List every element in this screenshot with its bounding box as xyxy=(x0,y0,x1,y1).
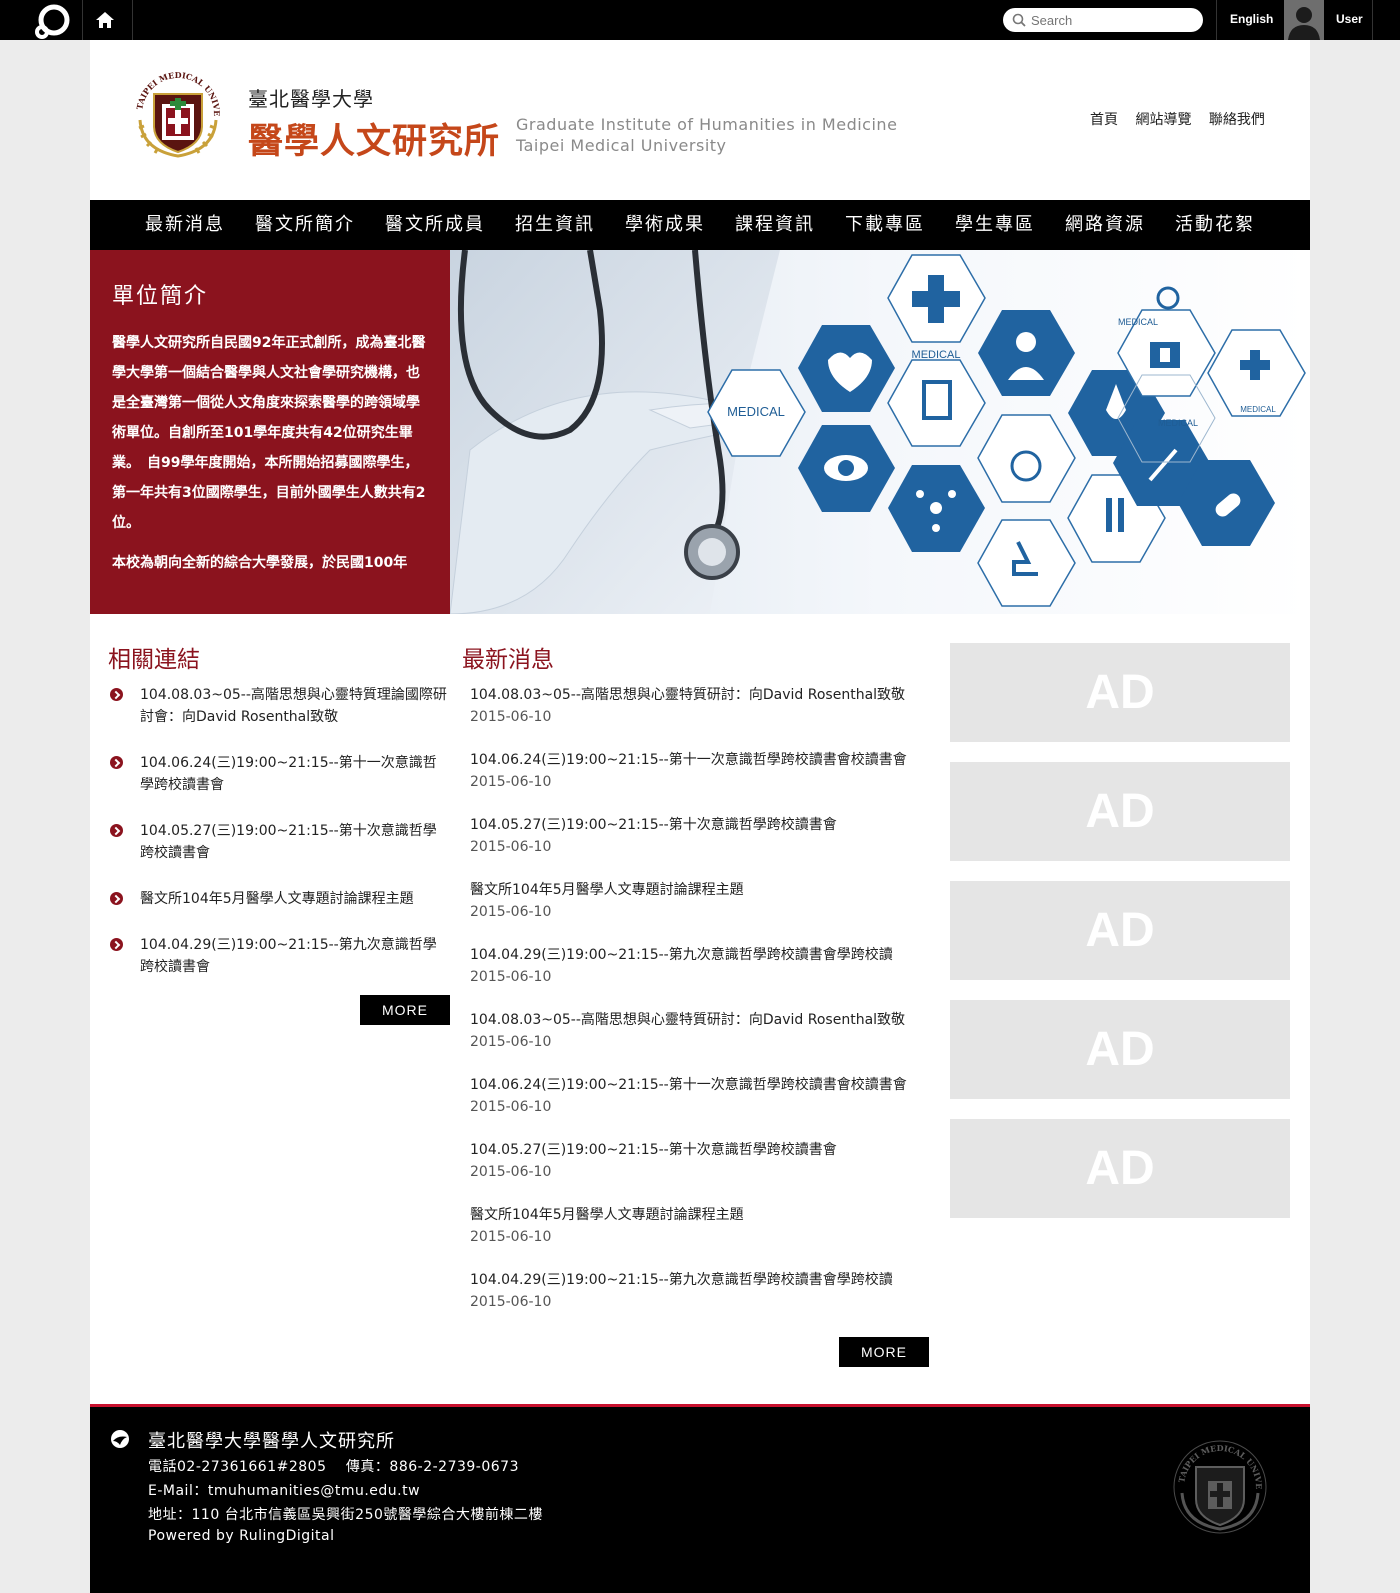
news-list: 104.08.03~05--高階思想與心靈特質研討：向David Rosenth… xyxy=(470,684,925,1334)
chevron-right-icon xyxy=(110,756,123,769)
chevron-right-icon xyxy=(110,824,123,837)
divider xyxy=(1216,0,1217,40)
news-item[interactable]: 104.05.27(三)19:00~21:15--第十次意識哲學跨校讀書會 201… xyxy=(470,814,925,879)
search-input[interactable] xyxy=(1031,11,1196,29)
news-item[interactable]: 104.08.03~05--高階思想與心靈特質研討：向David Rosenth… xyxy=(470,1009,925,1074)
page-container: TAIPEI MEDICAL UNIVERSITY 臺北醫學大學 醫學人文研究所… xyxy=(90,40,1310,1593)
university-name: 臺北醫學大學 xyxy=(248,87,374,111)
svg-text:MEDICAL: MEDICAL xyxy=(727,404,785,419)
ad-banner[interactable]: AD xyxy=(950,1000,1290,1099)
util-link-contact[interactable]: 聯絡我們 xyxy=(1209,112,1265,128)
intro-paragraph: 醫學人文研究所自民國92年正式創所，成為臺北醫學大學第一個結合醫學與人文社會學研… xyxy=(112,335,426,531)
nav-item-admissions[interactable]: 招生資訊 xyxy=(500,200,610,250)
svg-text:MEDICAL: MEDICAL xyxy=(1158,418,1198,428)
platform-logo-icon[interactable] xyxy=(30,2,74,40)
ad-banner[interactable]: AD xyxy=(950,881,1290,980)
user-avatar-icon xyxy=(1284,0,1324,40)
tmu-seal-logo-footer: TAIPEI MEDICAL UNIVERSITY xyxy=(1170,1437,1267,1534)
location-icon xyxy=(111,1430,129,1448)
avatar[interactable] xyxy=(1284,0,1324,40)
home-icon[interactable] xyxy=(95,10,115,30)
svg-text:MEDICAL: MEDICAL xyxy=(1118,317,1158,327)
main-nav: 最新消息 醫文所簡介 醫文所成員 招生資訊 學術成果 課程資訊 下載專區 學生專… xyxy=(90,200,1310,250)
intro-title: 單位簡介 xyxy=(112,284,209,309)
news-item[interactable]: 醫文所104年5月醫學人文專題討論課程主題 2015-06-10 xyxy=(470,1204,925,1269)
news-item[interactable]: 醫文所104年5月醫學人文專題討論課程主題 2015-06-10 xyxy=(470,879,925,944)
english-name-line1: Graduate Institute of Humanities in Medi… xyxy=(516,115,898,134)
tmu-seal-logo[interactable]: TAIPEI MEDICAL UNIVERSITY xyxy=(128,64,228,164)
news-item[interactable]: 104.05.27(三)19:00~21:15--第十次意識哲學跨校讀書會 201… xyxy=(470,1139,925,1204)
divider xyxy=(1372,0,1373,40)
nav-item-resources[interactable]: 網路資源 xyxy=(1050,200,1160,250)
hero-banner: MEDICAL MEDICAL MEDICAL MEDICAL MEDICAL xyxy=(450,250,1310,614)
nav-item-members[interactable]: 醫文所成員 xyxy=(370,200,500,250)
nav-item-students[interactable]: 學生專區 xyxy=(940,200,1050,250)
list-item[interactable]: 104.05.27(三)19:00~21:15--第十次意識哲學跨校讀書會 xyxy=(110,820,450,864)
footer: 臺北醫學大學醫學人文研究所 電話02-27361661#2805 傳真：886-… xyxy=(90,1404,1310,1593)
institute-name[interactable]: 醫學人文研究所 xyxy=(248,113,500,164)
divider xyxy=(82,0,83,40)
news-item[interactable]: 104.08.03~05--高階思想與心靈特質研討：向David Rosenth… xyxy=(470,684,925,749)
intro-paragraph: 本校為朝向全新的綜合大學發展，於民國100年 xyxy=(112,555,408,571)
related-links-list: 104.08.03~05--高階思想與心靈特質理論國際研討會：向David Ro… xyxy=(110,684,450,1002)
svg-text:MEDICAL: MEDICAL xyxy=(912,349,961,361)
list-item[interactable]: 醫文所104年5月醫學人文專題討論課程主題 xyxy=(110,888,450,910)
nav-item-about[interactable]: 醫文所簡介 xyxy=(240,200,370,250)
news-item[interactable]: 104.06.24(三)19:00~21:15--第十一次意識哲學跨校讀書會校讀… xyxy=(470,749,925,814)
search-icon xyxy=(1012,13,1026,27)
ad-banner[interactable]: AD xyxy=(950,762,1290,861)
footer-institute-name: 臺北醫學大學醫學人文研究所 xyxy=(148,1431,395,1452)
language-link[interactable]: English xyxy=(1230,12,1273,26)
divider xyxy=(132,0,133,40)
nav-item-downloads[interactable]: 下載專區 xyxy=(830,200,940,250)
ad-banner[interactable]: AD xyxy=(950,643,1290,742)
links-title: 相關連結 xyxy=(108,647,200,673)
english-name-line2: Taipei Medical University xyxy=(516,136,727,155)
news-title: 最新消息 xyxy=(462,647,554,673)
links-more-button[interactable]: MORE xyxy=(360,995,450,1025)
list-item[interactable]: 104.06.24(三)19:00~21:15--第十一次意識哲學跨校讀書會 xyxy=(110,752,450,796)
list-item[interactable]: 104.04.29(三)19:00~21:15--第九次意識哲學跨校讀書會 xyxy=(110,934,450,978)
footer-email[interactable]: E-Mail：tmuhumanities@tmu.edu.tw xyxy=(148,1480,420,1500)
footer-address: 地址：110 台北市信義區吳興街250號醫學綜合大樓前棟二樓 xyxy=(148,1507,543,1523)
svg-text:MEDICAL: MEDICAL xyxy=(1240,405,1276,414)
chevron-right-icon xyxy=(110,688,123,701)
footer-powered-by[interactable]: Powered by RulingDigital xyxy=(148,1528,335,1544)
chevron-right-icon xyxy=(110,892,123,905)
ad-banner[interactable]: AD xyxy=(950,1119,1290,1218)
user-menu[interactable]: User xyxy=(1336,12,1363,26)
ad-column: AD AD AD AD AD xyxy=(950,643,1290,1238)
nav-item-gallery[interactable]: 活動花絮 xyxy=(1160,200,1270,250)
util-link-home[interactable]: 首頁 xyxy=(1090,112,1118,128)
list-item[interactable]: 104.08.03~05--高階思想與心靈特質理論國際研討會：向David Ro… xyxy=(110,684,450,728)
chevron-right-icon xyxy=(110,938,123,951)
top-bar: English User xyxy=(0,0,1400,40)
news-item[interactable]: 104.06.24(三)19:00~21:15--第十一次意識哲學跨校讀書會校讀… xyxy=(470,1074,925,1139)
news-more-button[interactable]: MORE xyxy=(839,1337,929,1367)
footer-phone: 電話02-27361661#2805 傳真：886-2-2739-0673 xyxy=(148,1459,519,1475)
nav-item-courses[interactable]: 課程資訊 xyxy=(720,200,830,250)
nav-item-research[interactable]: 學術成果 xyxy=(610,200,720,250)
intro-panel: 單位簡介 醫學人文研究所自民國92年正式創所，成為臺北醫學大學第一個結合醫學與人… xyxy=(90,250,450,614)
medical-banner-illustration: MEDICAL MEDICAL MEDICAL MEDICAL MEDICAL xyxy=(450,250,1310,614)
util-link-sitemap[interactable]: 網站導覽 xyxy=(1135,112,1191,128)
nav-item-news[interactable]: 最新消息 xyxy=(130,200,240,250)
news-item[interactable]: 104.04.29(三)19:00~21:15--第九次意識哲學跨校讀書會學跨校… xyxy=(470,944,925,1009)
news-item[interactable]: 104.04.29(三)19:00~21:15--第九次意識哲學跨校讀書會學跨校… xyxy=(470,1269,925,1334)
search-box[interactable] xyxy=(1003,8,1203,32)
utility-links: 首頁 網站導覽 聯絡我們 xyxy=(1090,109,1278,129)
